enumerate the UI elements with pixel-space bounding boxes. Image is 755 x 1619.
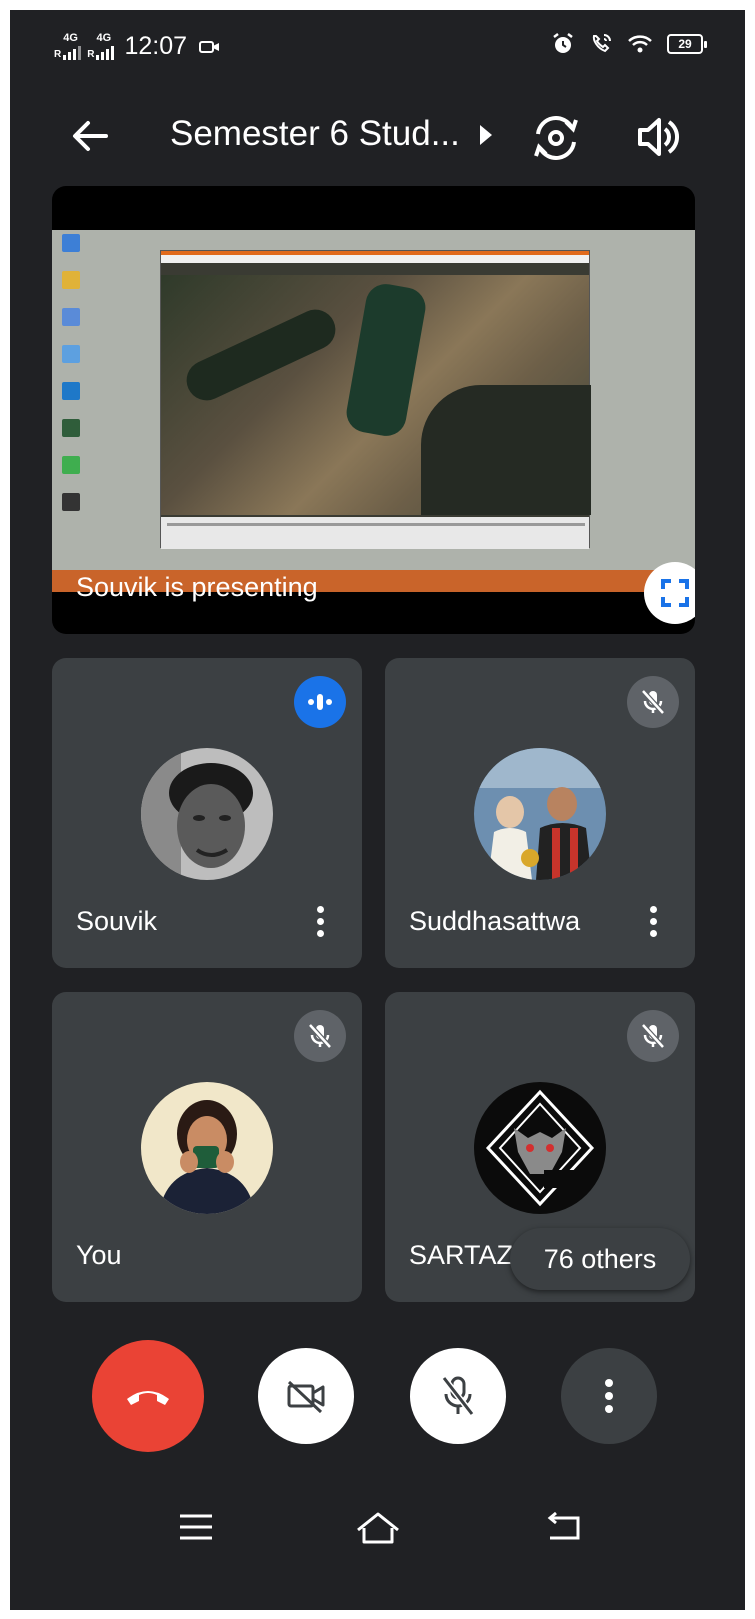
others-count-button[interactable]: 76 others [510,1228,690,1290]
speaker-icon[interactable] [632,112,682,162]
participant-name: Suddhasattwa [409,906,581,936]
media-player-window [160,250,591,549]
avatar [141,1082,273,1214]
meeting-title[interactable]: Semester 6 Stud... [170,114,460,154]
avatar [474,1082,606,1214]
more-options-button[interactable] [561,1348,657,1444]
fullscreen-button[interactable] [644,562,695,624]
back-nav-icon[interactable] [544,1510,584,1544]
avatar [141,748,273,880]
home-icon[interactable] [354,1508,402,1546]
alarm-icon [553,33,573,53]
participant-tile[interactable]: Suddhasattwa [385,658,695,968]
end-call-button[interactable] [92,1340,204,1452]
participant-tile-self[interactable]: You [52,992,362,1302]
mic-off-icon [308,1023,332,1049]
more-options-icon[interactable] [643,902,663,942]
camera-toggle-button[interactable] [258,1348,354,1444]
more-options-icon[interactable] [310,902,330,942]
carrier-label: R [54,49,62,60]
signal-icon-sim1: R 4G [54,32,82,60]
meet-call-screen: R 4G R 4G 12:07 29 Semester 6 Stud... So… [10,10,745,1610]
presenting-label: Souvik is presenting [76,572,318,602]
wifi-icon [628,35,652,53]
presentation-tile[interactable]: Souvik is presenting [52,186,695,634]
battery-level: 29 [678,37,692,51]
mic-off-icon [641,689,665,715]
more-vert-icon [605,1379,613,1413]
mic-muted-badge [294,1010,346,1062]
participant-name: SARTAZ [409,1240,514,1270]
status-bar: R 4G R 4G 12:07 29 [10,10,745,82]
mic-off-icon [441,1376,475,1416]
camera-off-icon [287,1380,325,1414]
signal-icon-sim2: R 4G [87,32,115,60]
video-call-status-icon [199,40,220,53]
player-controls [161,517,589,549]
participant-tile[interactable]: Souvik [52,658,362,968]
network-type: 4G [96,32,112,44]
participant-name: Souvik [76,906,158,936]
fullscreen-icon [661,579,689,607]
wifi-calling-icon [592,34,611,53]
clock: 12:07 [124,32,188,60]
speaking-indicator [294,676,346,728]
carrier-label: R [87,49,95,60]
shared-screen [52,230,695,592]
switch-camera-icon[interactable] [530,112,582,164]
mic-muted-badge [627,1010,679,1062]
player-titlebar [161,251,589,263]
participant-name: You [76,1240,122,1270]
avatar [474,748,606,880]
battery-icon: 29 [667,34,707,54]
call-header: Semester 6 Stud... [10,92,745,182]
mic-off-icon [641,1023,665,1049]
video-frame [161,275,591,515]
chevron-right-icon[interactable] [480,125,492,145]
network-type: 4G [63,32,78,44]
mic-muted-badge [627,676,679,728]
menu-icon[interactable] [178,1512,214,1542]
hang-up-icon [127,1391,169,1405]
audio-level-icon [308,694,332,710]
desktop-icons [58,234,110,530]
system-nav-bar [10,1480,745,1610]
microphone-toggle-button[interactable] [410,1348,506,1444]
back-arrow-icon[interactable] [66,112,114,160]
